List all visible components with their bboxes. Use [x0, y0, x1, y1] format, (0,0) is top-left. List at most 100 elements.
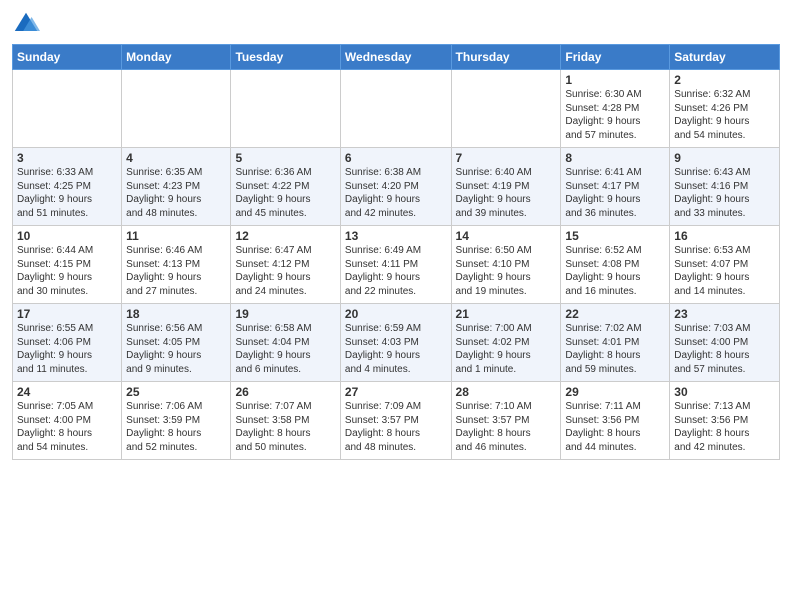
day-info: Sunrise: 6:40 AM Sunset: 4:19 PM Dayligh…	[456, 166, 557, 220]
day-number: 16	[674, 229, 775, 243]
day-info: Sunrise: 7:05 AM Sunset: 4:00 PM Dayligh…	[17, 400, 117, 454]
calendar-cell: 15Sunrise: 6:52 AM Sunset: 4:08 PM Dayli…	[561, 226, 670, 304]
day-number: 11	[126, 229, 226, 243]
calendar-cell: 12Sunrise: 6:47 AM Sunset: 4:12 PM Dayli…	[231, 226, 340, 304]
calendar-header-saturday: Saturday	[670, 45, 780, 70]
day-info: Sunrise: 7:00 AM Sunset: 4:02 PM Dayligh…	[456, 322, 557, 376]
day-number: 14	[456, 229, 557, 243]
day-number: 27	[345, 385, 447, 399]
day-info: Sunrise: 6:46 AM Sunset: 4:13 PM Dayligh…	[126, 244, 226, 298]
calendar-week-1: 1Sunrise: 6:30 AM Sunset: 4:28 PM Daylig…	[13, 70, 780, 148]
day-number: 25	[126, 385, 226, 399]
calendar-cell: 6Sunrise: 6:38 AM Sunset: 4:20 PM Daylig…	[340, 148, 451, 226]
day-number: 4	[126, 151, 226, 165]
calendar-cell: 14Sunrise: 6:50 AM Sunset: 4:10 PM Dayli…	[451, 226, 561, 304]
day-info: Sunrise: 6:30 AM Sunset: 4:28 PM Dayligh…	[565, 88, 665, 142]
day-number: 1	[565, 73, 665, 87]
day-info: Sunrise: 7:07 AM Sunset: 3:58 PM Dayligh…	[235, 400, 335, 454]
calendar-cell: 9Sunrise: 6:43 AM Sunset: 4:16 PM Daylig…	[670, 148, 780, 226]
day-number: 20	[345, 307, 447, 321]
calendar-header-friday: Friday	[561, 45, 670, 70]
day-info: Sunrise: 7:11 AM Sunset: 3:56 PM Dayligh…	[565, 400, 665, 454]
calendar-week-3: 10Sunrise: 6:44 AM Sunset: 4:15 PM Dayli…	[13, 226, 780, 304]
day-info: Sunrise: 7:10 AM Sunset: 3:57 PM Dayligh…	[456, 400, 557, 454]
day-info: Sunrise: 6:56 AM Sunset: 4:05 PM Dayligh…	[126, 322, 226, 376]
calendar-table: SundayMondayTuesdayWednesdayThursdayFrid…	[12, 44, 780, 460]
calendar-cell: 18Sunrise: 6:56 AM Sunset: 4:05 PM Dayli…	[122, 304, 231, 382]
calendar-header-row: SundayMondayTuesdayWednesdayThursdayFrid…	[13, 45, 780, 70]
day-info: Sunrise: 6:41 AM Sunset: 4:17 PM Dayligh…	[565, 166, 665, 220]
calendar-cell: 2Sunrise: 6:32 AM Sunset: 4:26 PM Daylig…	[670, 70, 780, 148]
day-info: Sunrise: 6:35 AM Sunset: 4:23 PM Dayligh…	[126, 166, 226, 220]
calendar-header-wednesday: Wednesday	[340, 45, 451, 70]
calendar-cell: 24Sunrise: 7:05 AM Sunset: 4:00 PM Dayli…	[13, 382, 122, 460]
calendar-header-thursday: Thursday	[451, 45, 561, 70]
logo	[12, 10, 44, 38]
day-number: 19	[235, 307, 335, 321]
calendar-cell: 13Sunrise: 6:49 AM Sunset: 4:11 PM Dayli…	[340, 226, 451, 304]
calendar-cell: 8Sunrise: 6:41 AM Sunset: 4:17 PM Daylig…	[561, 148, 670, 226]
day-number: 8	[565, 151, 665, 165]
day-number: 5	[235, 151, 335, 165]
day-info: Sunrise: 6:33 AM Sunset: 4:25 PM Dayligh…	[17, 166, 117, 220]
calendar-cell	[340, 70, 451, 148]
day-number: 6	[345, 151, 447, 165]
calendar-cell: 21Sunrise: 7:00 AM Sunset: 4:02 PM Dayli…	[451, 304, 561, 382]
calendar-week-4: 17Sunrise: 6:55 AM Sunset: 4:06 PM Dayli…	[13, 304, 780, 382]
day-number: 7	[456, 151, 557, 165]
day-info: Sunrise: 7:03 AM Sunset: 4:00 PM Dayligh…	[674, 322, 775, 376]
calendar-week-2: 3Sunrise: 6:33 AM Sunset: 4:25 PM Daylig…	[13, 148, 780, 226]
day-info: Sunrise: 6:44 AM Sunset: 4:15 PM Dayligh…	[17, 244, 117, 298]
calendar-cell: 3Sunrise: 6:33 AM Sunset: 4:25 PM Daylig…	[13, 148, 122, 226]
calendar-header-sunday: Sunday	[13, 45, 122, 70]
day-info: Sunrise: 6:47 AM Sunset: 4:12 PM Dayligh…	[235, 244, 335, 298]
calendar-cell	[13, 70, 122, 148]
day-number: 22	[565, 307, 665, 321]
page: SundayMondayTuesdayWednesdayThursdayFrid…	[0, 0, 792, 612]
calendar-cell: 11Sunrise: 6:46 AM Sunset: 4:13 PM Dayli…	[122, 226, 231, 304]
calendar-cell: 25Sunrise: 7:06 AM Sunset: 3:59 PM Dayli…	[122, 382, 231, 460]
day-number: 13	[345, 229, 447, 243]
day-info: Sunrise: 6:58 AM Sunset: 4:04 PM Dayligh…	[235, 322, 335, 376]
calendar-cell: 23Sunrise: 7:03 AM Sunset: 4:00 PM Dayli…	[670, 304, 780, 382]
day-number: 3	[17, 151, 117, 165]
day-info: Sunrise: 6:50 AM Sunset: 4:10 PM Dayligh…	[456, 244, 557, 298]
calendar-cell: 28Sunrise: 7:10 AM Sunset: 3:57 PM Dayli…	[451, 382, 561, 460]
day-info: Sunrise: 7:09 AM Sunset: 3:57 PM Dayligh…	[345, 400, 447, 454]
day-info: Sunrise: 6:49 AM Sunset: 4:11 PM Dayligh…	[345, 244, 447, 298]
day-info: Sunrise: 6:59 AM Sunset: 4:03 PM Dayligh…	[345, 322, 447, 376]
day-number: 26	[235, 385, 335, 399]
day-info: Sunrise: 7:02 AM Sunset: 4:01 PM Dayligh…	[565, 322, 665, 376]
day-number: 10	[17, 229, 117, 243]
day-info: Sunrise: 6:36 AM Sunset: 4:22 PM Dayligh…	[235, 166, 335, 220]
day-info: Sunrise: 7:06 AM Sunset: 3:59 PM Dayligh…	[126, 400, 226, 454]
calendar-cell: 1Sunrise: 6:30 AM Sunset: 4:28 PM Daylig…	[561, 70, 670, 148]
logo-icon	[12, 10, 40, 38]
header	[12, 10, 780, 38]
calendar-cell: 26Sunrise: 7:07 AM Sunset: 3:58 PM Dayli…	[231, 382, 340, 460]
day-info: Sunrise: 6:38 AM Sunset: 4:20 PM Dayligh…	[345, 166, 447, 220]
calendar-cell: 22Sunrise: 7:02 AM Sunset: 4:01 PM Dayli…	[561, 304, 670, 382]
day-number: 15	[565, 229, 665, 243]
calendar-cell	[231, 70, 340, 148]
day-info: Sunrise: 6:32 AM Sunset: 4:26 PM Dayligh…	[674, 88, 775, 142]
calendar-cell: 10Sunrise: 6:44 AM Sunset: 4:15 PM Dayli…	[13, 226, 122, 304]
calendar-cell	[451, 70, 561, 148]
calendar-cell: 27Sunrise: 7:09 AM Sunset: 3:57 PM Dayli…	[340, 382, 451, 460]
calendar-header-tuesday: Tuesday	[231, 45, 340, 70]
day-number: 29	[565, 385, 665, 399]
day-number: 24	[17, 385, 117, 399]
calendar-cell: 4Sunrise: 6:35 AM Sunset: 4:23 PM Daylig…	[122, 148, 231, 226]
day-number: 23	[674, 307, 775, 321]
day-number: 2	[674, 73, 775, 87]
day-number: 17	[17, 307, 117, 321]
calendar-cell: 19Sunrise: 6:58 AM Sunset: 4:04 PM Dayli…	[231, 304, 340, 382]
calendar-cell: 29Sunrise: 7:11 AM Sunset: 3:56 PM Dayli…	[561, 382, 670, 460]
day-info: Sunrise: 6:55 AM Sunset: 4:06 PM Dayligh…	[17, 322, 117, 376]
day-number: 28	[456, 385, 557, 399]
day-info: Sunrise: 6:52 AM Sunset: 4:08 PM Dayligh…	[565, 244, 665, 298]
day-info: Sunrise: 6:53 AM Sunset: 4:07 PM Dayligh…	[674, 244, 775, 298]
day-info: Sunrise: 6:43 AM Sunset: 4:16 PM Dayligh…	[674, 166, 775, 220]
calendar-cell: 17Sunrise: 6:55 AM Sunset: 4:06 PM Dayli…	[13, 304, 122, 382]
calendar-cell	[122, 70, 231, 148]
